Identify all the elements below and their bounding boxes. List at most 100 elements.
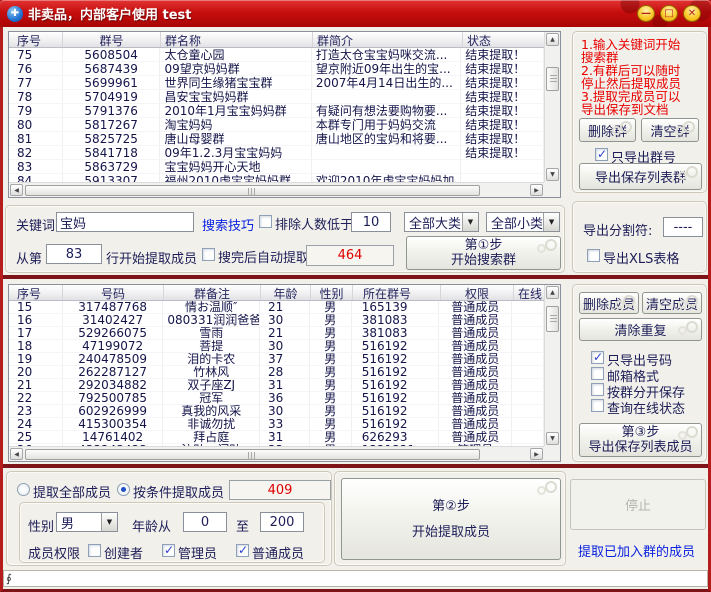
column-header[interactable]: 号码 — [63, 285, 164, 300]
auto-extract-checkbox[interactable] — [202, 248, 215, 261]
scrollbar-thumb[interactable] — [25, 449, 480, 460]
scroll-left-icon[interactable]: ◀ — [10, 448, 23, 460]
table-row[interactable]: 18 47199072 菩提 30 男 516192 普通成员 — [9, 340, 544, 353]
query-online-status-checkbox[interactable] — [591, 399, 604, 412]
column-header[interactable]: 序号 — [9, 32, 63, 47]
regular-member-checkbox[interactable] — [236, 544, 249, 557]
minor-category-select[interactable]: 全部小类 ▼ — [486, 212, 560, 232]
age-to-input[interactable] — [260, 512, 304, 532]
scrollbar-thumb[interactable] — [546, 67, 559, 91]
gender-select[interactable]: 男 ▼ — [56, 512, 118, 532]
vertical-scrollbar[interactable]: ▲ ▼ — [544, 285, 560, 446]
only-export-group-id-checkbox[interactable] — [595, 148, 608, 161]
chevron-down-icon[interactable]: ▼ — [543, 213, 559, 231]
exclude-members-checkbox[interactable] — [259, 215, 272, 228]
table-row[interactable]: 19 240478509 泪的卡农 37 男 516192 普通成员 — [9, 353, 544, 366]
column-header[interactable]: 群简介 — [313, 32, 463, 47]
table-row[interactable]: 81 5825725 唐山母婴群 唐山地区的宝妈和将要... 结束提取！ — [9, 132, 544, 146]
horizontal-scrollbar[interactable]: ◀ ▶ — [9, 182, 544, 197]
table-row[interactable]: 78 5704919 昌安宝宝妈妈群 结束提取！ — [9, 90, 544, 104]
member-table-header: 序号 号码 群备注 年龄 性别 所在群号 权限 在线 — [9, 285, 560, 301]
column-header[interactable]: 在线 — [514, 285, 546, 300]
table-row[interactable]: 80 5817267 淘宝妈妈 本群专门用于妈妈交流 结束提取！ — [9, 118, 544, 132]
clear-members-button[interactable]: 清空成员 — [642, 292, 702, 314]
column-header[interactable]: 群备注 — [164, 285, 261, 300]
creator-checkbox[interactable] — [88, 544, 101, 557]
table-row[interactable]: 15 317487768 情お温顺″ 21 男 165139 普通成员 — [9, 301, 544, 314]
delete-member-button[interactable]: 删除成员 — [579, 292, 639, 314]
horizontal-scrollbar[interactable]: ◀ ▶ — [9, 446, 544, 461]
export-xls-checkbox[interactable] — [587, 249, 600, 262]
search-tips-link[interactable]: 搜索技巧 — [202, 215, 254, 234]
export-options-panel: 导出分割符: 导出XLS表格 — [572, 201, 707, 273]
scroll-down-icon[interactable]: ▼ — [546, 432, 559, 445]
export-group-list-button[interactable]: 导出保存列表群 — [579, 163, 702, 190]
table-row[interactable]: 82 5841718 09年1.2.3月宝宝妈妈 结束提取！ — [9, 146, 544, 160]
table-row[interactable]: 24 415300354 非诚勿扰 33 男 516192 普通成员 — [9, 418, 544, 431]
column-header[interactable]: 群号 — [63, 32, 161, 47]
column-header[interactable]: 性别 — [311, 285, 353, 300]
scrollbar-thumb[interactable] — [25, 185, 480, 196]
table-row[interactable]: 17 529266075 雪雨 21 男 381083 普通成员 — [9, 327, 544, 340]
extract-joined-groups-link[interactable]: 提取已加入群的成员 — [578, 541, 695, 560]
from-row-input[interactable] — [46, 244, 102, 264]
remove-duplicates-button[interactable]: 清除重复 — [579, 318, 702, 341]
exclude-threshold-input[interactable] — [351, 212, 391, 232]
export-xls-label: 导出XLS表格 — [603, 248, 679, 267]
creator-label: 创建者 — [104, 543, 143, 562]
table-row[interactable]: 84 5913307 福州2010虎宝宝妈妈群 欢迎2010年虎宝宝妈妈加 — [9, 174, 544, 182]
table-row[interactable]: 79 5791376 2010年1月宝宝妈妈群 有疑问有想法要购物要... 结束… — [9, 104, 544, 118]
column-header[interactable]: 状态 — [463, 32, 546, 47]
table-row[interactable]: 75 5608504 太仓童心园 打造太仓宝宝妈咪交流... 结束提取！ — [9, 48, 544, 62]
extract-all-radio[interactable] — [17, 483, 30, 496]
scroll-up-icon[interactable]: ▲ — [546, 286, 559, 299]
column-header[interactable]: 序号 — [9, 285, 63, 300]
major-category-select[interactable]: 全部大类 ▼ — [404, 212, 479, 232]
column-header[interactable]: 所在群号 — [353, 285, 441, 300]
admin-checkbox[interactable] — [162, 544, 175, 557]
maximize-button[interactable]: □ — [660, 5, 678, 22]
scroll-right-icon[interactable]: ▶ — [530, 184, 543, 196]
extract-all-label: 提取全部成员 — [33, 482, 111, 501]
save-by-group-checkbox[interactable] — [591, 383, 604, 396]
table-row[interactable]: 83 5863729 宝宝妈妈开心天地 — [9, 160, 544, 174]
table-row[interactable]: 20 262287127 竹林风 28 男 516192 普通成员 — [9, 366, 544, 379]
from-row-suffix-label: 行开始提取成员 — [106, 248, 197, 267]
scrollbar-thumb[interactable] — [546, 306, 559, 332]
chevron-down-icon[interactable]: ▼ — [101, 513, 117, 531]
keyword-label: 关键词: — [16, 215, 59, 234]
table-row[interactable]: 16 31402427 080331润润爸爸 30 男 381083 普通成员 — [9, 314, 544, 327]
app-icon: ✚ — [7, 6, 23, 22]
vertical-scrollbar[interactable]: ▲ ▼ — [544, 32, 560, 182]
minimize-button[interactable]: — — [637, 5, 655, 22]
step2-extract-members-button[interactable]: 第②步 开始提取成员 — [341, 478, 561, 560]
table-row[interactable]: 76 5687439 09望京妈妈群 望京附近09年出生的宝... 结束提取！ — [9, 62, 544, 76]
column-header[interactable]: 权限 — [441, 285, 514, 300]
close-button[interactable]: ✕ — [683, 5, 701, 22]
scroll-left-icon[interactable]: ◀ — [10, 184, 23, 196]
clear-groups-button[interactable]: 清空群 — [641, 118, 699, 142]
scroll-up-icon[interactable]: ▲ — [546, 33, 559, 46]
step1-search-groups-button[interactable]: 第①步 开始搜索群 — [406, 236, 561, 270]
table-row[interactable]: 21 292034882 双子座ZJ 31 男 516192 普通成员 — [9, 379, 544, 392]
table-row[interactable]: 77 5699961 世界同生缘猪宝宝群 2007年4月14日出生的... 结束… — [9, 76, 544, 90]
scroll-right-icon[interactable]: ▶ — [530, 448, 543, 460]
window-controls: — □ ✕ — [637, 5, 701, 22]
extract-by-condition-radio[interactable] — [117, 483, 130, 496]
table-row[interactable]: 22 792500785 冠军 36 男 516192 普通成员 — [9, 392, 544, 405]
only-export-number-checkbox[interactable] — [591, 351, 604, 364]
delimiter-label: 导出分割符: — [583, 220, 652, 239]
column-header[interactable]: 年龄 — [261, 285, 311, 300]
email-format-checkbox[interactable] — [591, 367, 604, 380]
stop-button[interactable]: 停止 — [570, 479, 706, 530]
age-from-input[interactable] — [183, 512, 227, 532]
delimiter-input[interactable] — [663, 217, 703, 237]
step3-export-members-button[interactable]: 第③步 导出保存列表成员 — [579, 423, 702, 457]
delete-group-button[interactable]: 删除群 — [579, 118, 636, 142]
scroll-down-icon[interactable]: ▼ — [546, 168, 559, 181]
column-header[interactable]: 群名称 — [161, 32, 313, 47]
table-row[interactable]: 23 602926999 真我的风采 30 男 516192 普通成员 — [9, 405, 544, 418]
chevron-down-icon[interactable]: ▼ — [462, 213, 478, 231]
keyword-input[interactable] — [56, 212, 194, 232]
table-row[interactable]: 25 14761402 拜占庭 31 男 626293 普通成员 — [9, 431, 544, 444]
